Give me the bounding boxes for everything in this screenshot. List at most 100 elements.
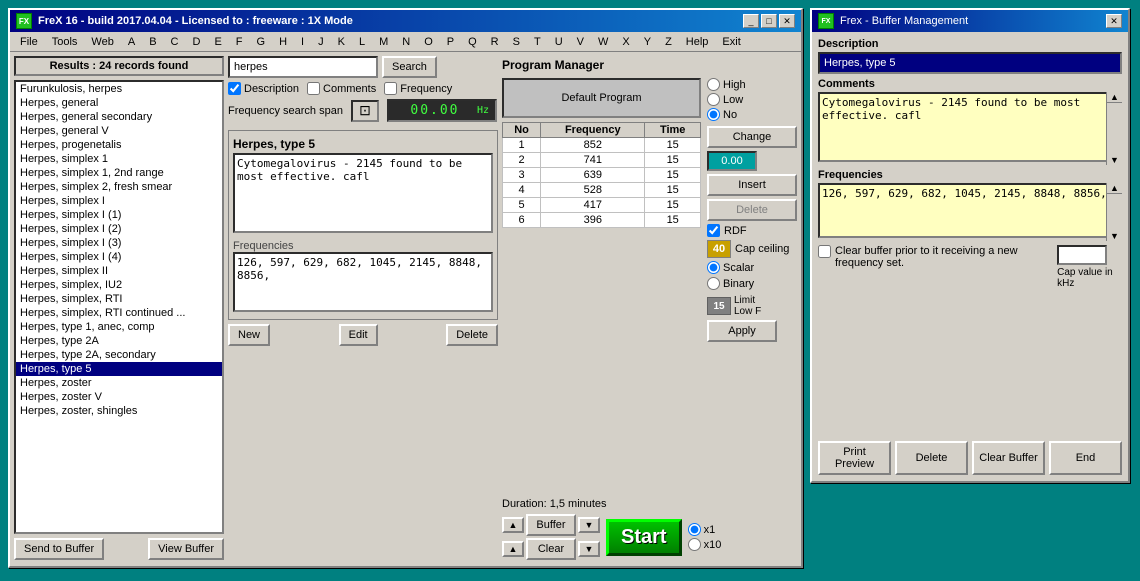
cap-value-input[interactable] xyxy=(1057,245,1107,265)
list-item[interactable]: Herpes, general V xyxy=(16,124,222,138)
table-row[interactable]: 639615 xyxy=(503,213,701,228)
buffer-delete-button[interactable]: Delete xyxy=(895,441,968,475)
close-button[interactable]: ✕ xyxy=(779,14,795,28)
menu-u[interactable]: U xyxy=(549,35,569,49)
comments-scrollbar[interactable]: ▲ ▼ xyxy=(1106,92,1122,165)
menu-i[interactable]: I xyxy=(295,35,310,49)
list-item[interactable]: Herpes, simplex, IU2 xyxy=(16,278,222,292)
x1-radio-label[interactable]: x1 xyxy=(688,523,722,536)
menu-e[interactable]: E xyxy=(208,35,227,49)
search-button[interactable]: Search xyxy=(382,56,437,78)
scalar-radio[interactable] xyxy=(707,261,720,274)
menu-h[interactable]: H xyxy=(273,35,293,49)
menu-p[interactable]: P xyxy=(441,35,460,49)
buffer-frequencies-textarea[interactable] xyxy=(818,183,1122,238)
rdf-checkbox[interactable] xyxy=(707,224,720,237)
low-radio-label[interactable]: Low xyxy=(707,93,797,106)
menu-web[interactable]: Web xyxy=(85,35,119,49)
table-row[interactable]: 363915 xyxy=(503,168,701,183)
x10-radio-label[interactable]: x10 xyxy=(688,538,722,551)
list-item[interactable]: Furunkulosis, herpes xyxy=(16,82,222,96)
frequency-checkbox[interactable] xyxy=(384,82,397,95)
list-item[interactable]: Herpes, type 5 xyxy=(16,362,222,376)
table-row[interactable]: 185215 xyxy=(503,138,701,153)
maximize-button[interactable]: □ xyxy=(761,14,777,28)
list-item[interactable]: Herpes, type 2A xyxy=(16,334,222,348)
menu-b[interactable]: B xyxy=(143,35,162,49)
list-item[interactable]: Herpes, type 2A, secondary xyxy=(16,348,222,362)
start-button[interactable]: Start xyxy=(606,519,682,556)
menu-x[interactable]: X xyxy=(616,35,635,49)
edit-button[interactable]: Edit xyxy=(339,324,378,346)
list-item[interactable]: Herpes, simplex, RTI xyxy=(16,292,222,306)
no-radio-label[interactable]: No xyxy=(707,108,797,121)
description-checkbox-label[interactable]: Description xyxy=(228,82,299,95)
menu-k[interactable]: K xyxy=(332,35,351,49)
comments-checkbox[interactable] xyxy=(307,82,320,95)
menu-w[interactable]: W xyxy=(592,35,614,49)
menu-l[interactable]: L xyxy=(353,35,371,49)
menu-m[interactable]: M xyxy=(373,35,394,49)
item-description[interactable] xyxy=(233,153,493,233)
high-radio[interactable] xyxy=(707,78,720,91)
list-item[interactable]: Herpes, simplex I (2) xyxy=(16,222,222,236)
binary-radio[interactable] xyxy=(707,277,720,290)
list-item[interactable]: Herpes, progenetalis xyxy=(16,138,222,152)
frequency-checkbox-label[interactable]: Frequency xyxy=(384,82,452,95)
table-row[interactable]: 274115 xyxy=(503,153,701,168)
menu-z[interactable]: Z xyxy=(659,35,678,49)
list-item[interactable]: Herpes, general xyxy=(16,96,222,110)
menu-a[interactable]: A xyxy=(122,35,141,49)
change-button[interactable]: Change xyxy=(707,126,797,148)
binary-radio-label[interactable]: Binary xyxy=(707,277,797,290)
menu-c[interactable]: C xyxy=(165,35,185,49)
menu-n[interactable]: N xyxy=(396,35,416,49)
search-input[interactable] xyxy=(228,56,378,78)
clear-up-button[interactable]: ▲ xyxy=(502,541,524,557)
list-item[interactable]: Herpes, simplex I (4) xyxy=(16,250,222,264)
list-item[interactable]: Herpes, general secondary xyxy=(16,110,222,124)
list-item[interactable]: Herpes, simplex I (1) xyxy=(16,208,222,222)
minimize-button[interactable]: _ xyxy=(743,14,759,28)
no-radio[interactable] xyxy=(707,108,720,121)
clear-button[interactable]: Clear xyxy=(526,538,576,560)
freq-scrollbar[interactable]: ▲ ▼ xyxy=(1106,183,1122,241)
menu-j[interactable]: J xyxy=(312,35,330,49)
list-item[interactable]: Herpes, simplex 1, 2nd range xyxy=(16,166,222,180)
description-checkbox[interactable] xyxy=(228,82,241,95)
comments-checkbox-label[interactable]: Comments xyxy=(307,82,376,95)
item-frequencies[interactable] xyxy=(233,252,493,312)
view-buffer-button[interactable]: View Buffer xyxy=(148,538,224,560)
menu-v[interactable]: V xyxy=(571,35,590,49)
list-item[interactable]: Herpes, zoster, shingles xyxy=(16,404,222,418)
menu-s[interactable]: S xyxy=(507,35,526,49)
list-item[interactable]: Herpes, zoster V xyxy=(16,390,222,404)
buffer-button[interactable]: Buffer xyxy=(526,514,576,536)
menu-file[interactable]: File xyxy=(14,35,44,49)
new-button[interactable]: New xyxy=(228,324,270,346)
results-list[interactable]: Furunkulosis, herpesHerpes, generalHerpe… xyxy=(14,80,224,534)
send-to-buffer-button[interactable]: Send to Buffer xyxy=(14,538,104,560)
buffer-close-button[interactable]: ✕ xyxy=(1106,14,1122,28)
menu-y[interactable]: Y xyxy=(638,35,657,49)
buffer-comments-textarea[interactable] xyxy=(818,92,1122,162)
apply-button[interactable]: Apply xyxy=(707,320,777,342)
buffer-down-button[interactable]: ▼ xyxy=(578,517,600,533)
table-row[interactable]: 541715 xyxy=(503,198,701,213)
delete-row-button[interactable]: Delete xyxy=(707,199,797,221)
list-item[interactable]: Herpes, simplex, RTI continued ... xyxy=(16,306,222,320)
delete-item-button[interactable]: Delete xyxy=(446,324,498,346)
menu-o[interactable]: O xyxy=(418,35,439,49)
end-button[interactable]: End xyxy=(1049,441,1122,475)
list-item[interactable]: Herpes, simplex I (3) xyxy=(16,236,222,250)
menu-tools[interactable]: Tools xyxy=(46,35,84,49)
menu-q[interactable]: Q xyxy=(462,35,483,49)
clear-buffer-button[interactable]: Clear Buffer xyxy=(972,441,1045,475)
print-preview-button[interactable]: Print Preview xyxy=(818,441,891,475)
x1-radio[interactable] xyxy=(688,523,701,536)
list-item[interactable]: Herpes, simplex II xyxy=(16,264,222,278)
buffer-description-input[interactable] xyxy=(818,52,1122,74)
table-row[interactable]: 452815 xyxy=(503,183,701,198)
list-item[interactable]: Herpes, simplex 1 xyxy=(16,152,222,166)
x10-radio[interactable] xyxy=(688,538,701,551)
